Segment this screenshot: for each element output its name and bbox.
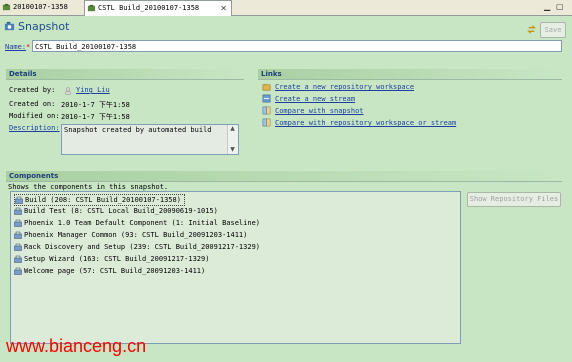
component-label: Phoenix Manager Common (93: CSTL Build_2… <box>24 231 248 239</box>
compare-snapshot-link[interactable]: Compare with snapshot <box>275 107 364 115</box>
name-label: Name: <box>5 43 27 51</box>
component-icon <box>15 196 23 204</box>
description-textarea[interactable]: Snapshot created by automated build ▲ ▼ <box>61 124 239 155</box>
component-icon <box>14 267 22 275</box>
create-stream-link[interactable]: Create a new stream <box>275 95 355 103</box>
components-subtitle: Shows the components in this snapshot. <box>8 183 169 191</box>
links-section-title: Links <box>258 69 562 79</box>
created-by-label: Created by: <box>9 86 56 94</box>
name-field[interactable]: CSTL Build_20100107-1358 <box>32 40 562 52</box>
details-section-title: Details <box>6 69 244 79</box>
list-item[interactable]: Build Test (8: CSTL Local Build_20090619… <box>14 206 218 216</box>
list-item[interactable]: Phoenix 1.0 Team Default Component (1: I… <box>14 218 260 228</box>
page-title: Snapshot <box>18 20 70 33</box>
stream-icon <box>262 94 271 103</box>
modified-on-value: 2010-1-7 下午1:58 <box>61 113 130 121</box>
compare-workspace-stream-link[interactable]: Compare with repository workspace or str… <box>275 119 456 127</box>
maximize-icon[interactable]: ▢ <box>556 2 564 11</box>
component-icon <box>14 243 22 251</box>
components-section-title: Components <box>6 171 562 181</box>
description-text: Snapshot created by automated build <box>64 126 212 134</box>
editor-tab-bar: 20100107-1358 CSTL Build_20100107-1358 ✕… <box>0 0 572 16</box>
component-label: Build (208: CSTL Build_20100107-1358) <box>25 196 181 204</box>
scrollbar[interactable]: ▲ ▼ <box>227 125 238 154</box>
tab-snapshot-20100107[interactable]: 20100107-1358 <box>0 1 86 14</box>
list-item[interactable]: Welcome page (57: CSTL Build_20091203-14… <box>14 266 205 276</box>
required-mark: * <box>26 43 31 51</box>
tab-label: 20100107-1358 <box>13 3 68 11</box>
compare-icon <box>262 106 271 115</box>
component-icon <box>14 207 22 215</box>
list-item[interactable]: Phoenix Manager Common (93: CSTL Build_2… <box>14 230 247 240</box>
snapshot-icon <box>87 4 96 12</box>
created-by-link[interactable]: Ying Liu <box>76 86 110 94</box>
created-on-value: 2010-1-7 下午1:58 <box>61 101 130 109</box>
list-item[interactable]: Rack Discovery and Setup (239: CSTL Buil… <box>14 242 260 252</box>
components-list[interactable]: Build (208: CSTL Build_20100107-1358) Bu… <box>10 191 461 344</box>
user-icon <box>65 87 71 95</box>
description-label: Description: <box>9 124 60 132</box>
snapshot-icon <box>2 3 11 11</box>
show-repository-files-button[interactable]: Show Repository Files <box>467 192 561 207</box>
repository-workspace-icon <box>262 83 271 91</box>
component-label: Welcome page (57: CSTL Build_20091203-14… <box>24 267 206 275</box>
component-label: Build Test (8: CSTL Local Build_20090619… <box>24 207 218 215</box>
close-icon[interactable]: ✕ <box>220 2 227 15</box>
modified-on-label: Modified on: <box>9 112 60 120</box>
refresh-icon[interactable] <box>526 24 537 35</box>
created-on-label: Created on: <box>9 100 56 108</box>
watermark: www.bianceng.cn <box>6 336 147 356</box>
list-item[interactable]: Setup Wizard (163: CSTL Build_20091217-1… <box>14 254 209 264</box>
component-icon <box>14 231 22 239</box>
component-icon <box>14 219 22 227</box>
editor-header: Snapshot <box>0 16 572 38</box>
component-label: Rack Discovery and Setup (239: CSTL Buil… <box>24 243 261 251</box>
component-label: Phoenix 1.0 Team Default Component (1: I… <box>24 219 261 227</box>
minimize-icon[interactable]: ▁ <box>544 2 550 11</box>
divider <box>258 79 562 80</box>
compare-icon <box>262 118 271 127</box>
create-repository-workspace-link[interactable]: Create a new repository workspace <box>275 83 414 91</box>
divider <box>6 181 562 182</box>
save-button[interactable]: Save <box>540 22 566 38</box>
tab-label: CSTL Build_20100107-1358 <box>98 4 200 12</box>
list-item[interactable]: Build (208: CSTL Build_20100107-1358) <box>14 194 185 206</box>
tab-cstl-build[interactable]: CSTL Build_20100107-1358 ✕ <box>84 0 232 16</box>
divider <box>6 79 244 80</box>
component-icon <box>14 255 22 263</box>
snapshot-icon <box>4 21 15 31</box>
scroll-up-icon[interactable]: ▲ <box>228 125 237 133</box>
scroll-down-icon[interactable]: ▼ <box>228 146 237 154</box>
component-label: Setup Wizard (163: CSTL Build_20091217-1… <box>24 255 210 263</box>
